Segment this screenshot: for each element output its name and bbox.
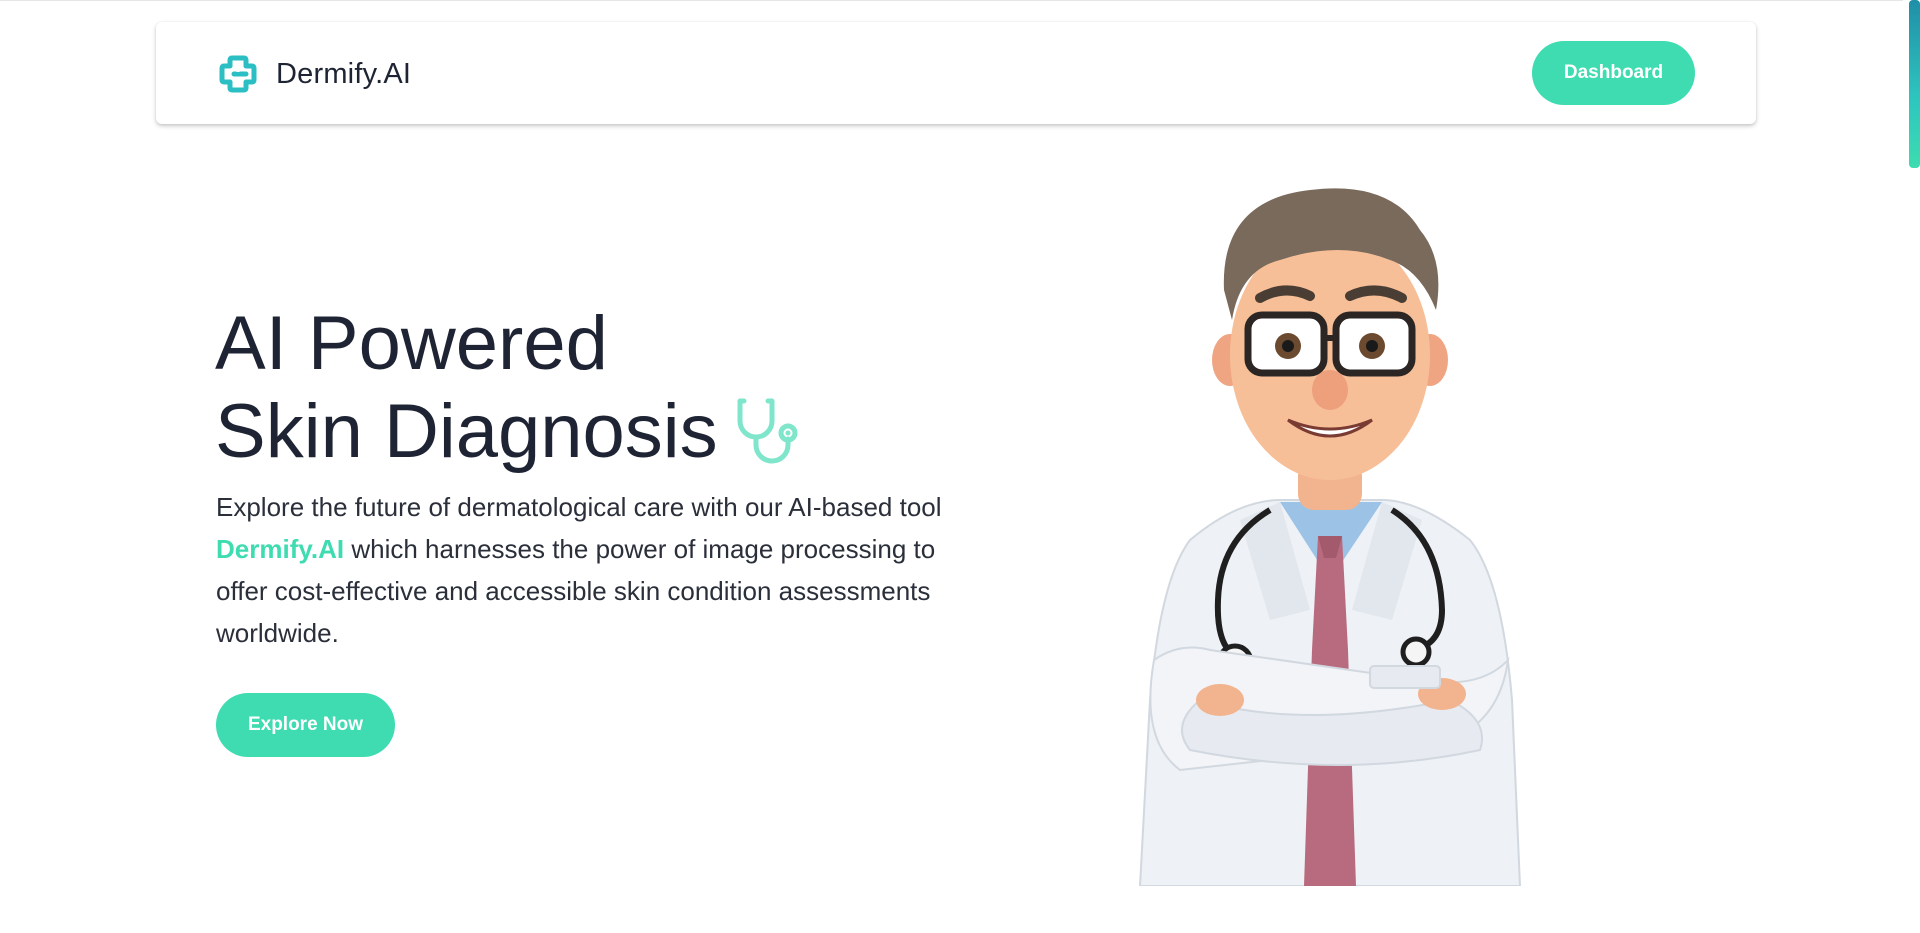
hero-title-line2-wrap: Skin Diagnosis — [215, 388, 806, 476]
brand-name: Dermify.AI — [276, 57, 412, 90]
dashboard-button[interactable]: Dashboard — [1532, 41, 1695, 105]
hero-title-line1: AI Powered — [215, 301, 608, 386]
hero-description-brand: Dermify.AI — [216, 534, 345, 564]
scrollbar-thumb[interactable] — [1909, 0, 1920, 168]
cartoon-doctor-illustration — [1138, 188, 1522, 886]
stethoscope-icon — [737, 398, 798, 464]
brand[interactable]: Dermify.AI — [216, 52, 411, 96]
hero-description: Explore the future of dermatological car… — [216, 486, 976, 654]
hero-title: AI Powered Skin Diagnosis — [215, 300, 806, 476]
top-border — [0, 0, 1920, 1]
explore-now-button[interactable]: Explore Now — [216, 693, 395, 757]
hero-description-part1: Explore the future of dermatological car… — [216, 492, 942, 522]
medical-cross-logo-icon — [219, 55, 257, 93]
navbar: Dermify.AI Dashboard — [156, 22, 1756, 124]
hero-title-line2: Skin Diagnosis — [215, 389, 718, 474]
